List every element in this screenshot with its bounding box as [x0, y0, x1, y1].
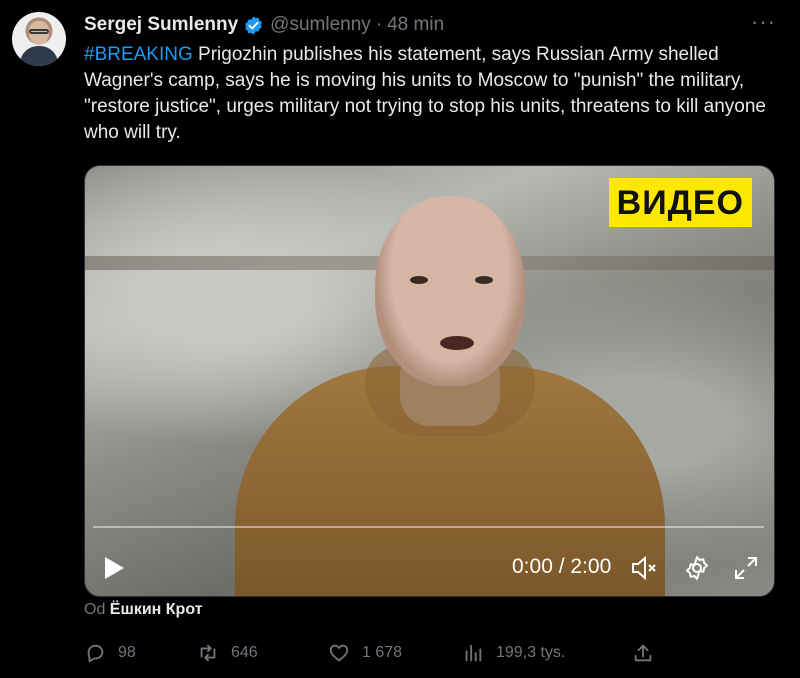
verified-icon [245, 15, 262, 35]
like-count: 1 678 [362, 644, 403, 661]
retweet-icon [200, 644, 216, 662]
header-separator: · [375, 14, 383, 35]
attribution-source[interactable]: Ёшкин Крот [110, 601, 203, 618]
views-icon [465, 644, 482, 662]
play-icon[interactable] [103, 556, 125, 580]
tweet-text: #BREAKING Prigozhin publishes his statem… [84, 42, 784, 146]
reply-icon [87, 644, 104, 663]
author-handle[interactable]: @sumlenny [270, 14, 371, 36]
mute-icon[interactable] [630, 554, 658, 582]
author-display-name[interactable]: Sergej Sumlenny [84, 14, 238, 36]
video-frame-person [235, 196, 665, 596]
retweet-count: 646 [231, 644, 258, 661]
more-icon[interactable]: ··· [751, 11, 776, 33]
fullscreen-icon[interactable] [732, 554, 760, 582]
like-icon [329, 644, 349, 662]
video-player[interactable]: ВИДЕО 0:00 / 2:00 [84, 165, 775, 597]
reply-button[interactable]: 98 [84, 642, 136, 664]
views-count: 199,3 tys. [496, 644, 566, 661]
person-eye-right [475, 276, 493, 284]
views-button[interactable]: 199,3 tys. [462, 642, 565, 664]
share-button[interactable] [632, 642, 666, 664]
avatar-glasses [29, 29, 49, 34]
tweet-header: Sergej Sumlenny @sumlenny · 48 min [84, 12, 444, 38]
author-avatar[interactable] [12, 12, 66, 66]
video-attribution: Od Ёшкин Крот [84, 601, 203, 619]
person-eye-left [410, 276, 428, 284]
video-badge: ВИДЕО [608, 178, 752, 227]
video-timecode: 0:00 / 2:00 [512, 555, 612, 578]
avatar-suit [20, 46, 58, 66]
like-button[interactable]: 1 678 [328, 642, 402, 664]
retweet-button[interactable]: 646 [197, 642, 258, 664]
person-mouth [440, 336, 474, 350]
hashtag-link[interactable]: #BREAKING [84, 44, 193, 65]
reply-count: 98 [118, 644, 136, 661]
tweet-actions: 98 646 1 678 199,3 tys. [84, 642, 684, 672]
tweet-timestamp[interactable]: 48 min [387, 14, 444, 36]
person-head [375, 196, 525, 386]
share-icon [634, 644, 652, 662]
attribution-prefix: Od [84, 601, 106, 618]
settings-icon[interactable] [683, 554, 711, 582]
video-progress-bar[interactable] [93, 526, 764, 528]
